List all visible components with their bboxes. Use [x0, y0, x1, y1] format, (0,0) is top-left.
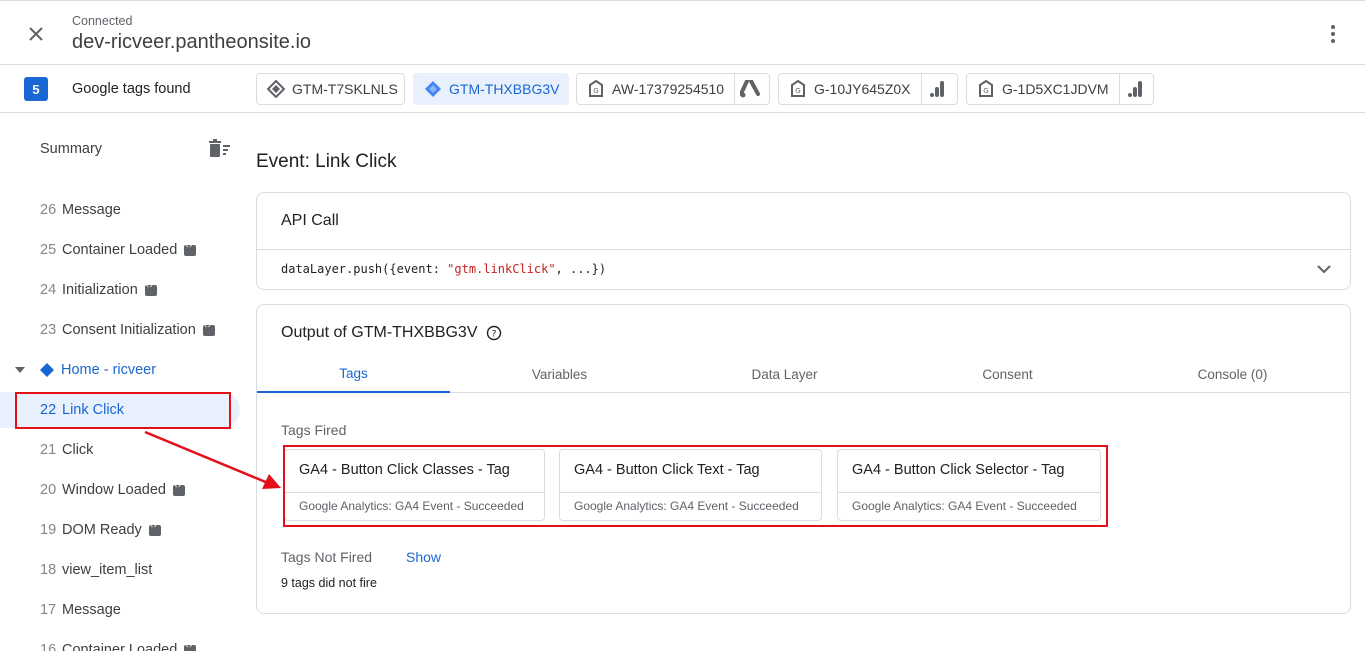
caret-down-icon — [14, 364, 26, 376]
expand-chevron-icon[interactable] — [1314, 259, 1334, 279]
code-prefix: dataLayer.push({event: — [281, 262, 448, 276]
event-label: DOM Ready — [62, 522, 142, 538]
tags-fired-label: Tags Fired — [281, 422, 347, 438]
event-label: Message — [62, 602, 121, 618]
event-label: Message — [62, 202, 121, 218]
event-number: 18 — [40, 562, 57, 578]
not-fired-count: 9 tags did not fire — [281, 576, 377, 590]
tags-not-fired-label: Tags Not Fired — [281, 549, 373, 565]
event-label: Consent Initialization — [62, 322, 196, 338]
svg-text:?: ? — [491, 330, 496, 340]
analytics-icon — [1120, 74, 1150, 104]
output-tabs: Tags Variables Data Layer Consent Consol… — [257, 355, 1350, 393]
page-title: Event: Link Click — [256, 151, 397, 172]
sidebar-event[interactable]: 21 Click — [0, 432, 240, 468]
tags-found-label: Google tags found — [72, 81, 191, 97]
event-label: Click — [62, 442, 94, 458]
google-tag-icon: G — [788, 79, 808, 99]
api-call-heading: API Call — [281, 212, 339, 229]
tag-chip-label: GTM-THXBBG3V — [449, 81, 560, 97]
event-label: Container Loaded — [62, 642, 178, 651]
tags-bar: 5 Google tags found GTM-T7SKLNLS GTM-THX… — [0, 65, 1365, 113]
svg-text:G: G — [795, 87, 800, 95]
analytics-icon — [922, 74, 952, 104]
sidebar-event[interactable]: 19 DOM Ready — [0, 512, 240, 548]
gtm-diamond-icon — [423, 79, 443, 99]
google-tag-icon: G — [976, 79, 996, 99]
sidebar-event[interactable]: 16 Container Loaded — [0, 632, 240, 651]
close-icon[interactable] — [22, 20, 50, 48]
gtm-diamond-icon — [40, 363, 54, 377]
google-ads-icon — [735, 74, 765, 104]
google-tag-icon: G — [586, 79, 606, 99]
tab-tags[interactable]: Tags — [257, 355, 450, 393]
tag-chip-label: G-10JY645Z0X — [814, 81, 911, 97]
clear-messages-icon[interactable] — [208, 139, 232, 161]
output-heading-text: Output of GTM-THXBBG3V — [281, 324, 478, 341]
tab-variables[interactable]: Variables — [467, 355, 652, 393]
tag-chip-aw-17379254510[interactable]: G AW-17379254510 — [576, 73, 770, 105]
more-vert-icon[interactable] — [1321, 21, 1345, 47]
code-icon — [184, 241, 197, 256]
svg-text:G: G — [593, 87, 598, 95]
tags-count-badge: 5 — [24, 77, 48, 101]
annotation-highlight-tags-fired — [283, 445, 1108, 527]
event-number: 23 — [40, 322, 57, 338]
sidebar-event[interactable]: 17 Message — [0, 592, 240, 628]
tag-chip-label: G-1D5XC1JDVM — [1002, 81, 1109, 97]
output-card: Output of GTM-THXBBG3V ? Tags Variables … — [256, 304, 1351, 614]
event-number: 16 — [40, 642, 57, 651]
sidebar-summary[interactable]: Summary — [40, 141, 102, 157]
code-suffix: , ...}) — [555, 262, 607, 276]
sidebar-event[interactable]: 26 Message — [0, 192, 240, 228]
tag-chip-g-1d5xc1jdvm[interactable]: G G-1D5XC1JDVM — [966, 73, 1154, 105]
sidebar-event[interactable]: 18 view_item_list — [0, 552, 240, 588]
tag-chip-gtm-thxbbg3v[interactable]: GTM-THXBBG3V — [413, 73, 569, 105]
tab-console[interactable]: Console (0) — [1140, 355, 1325, 393]
sidebar-event[interactable]: 23 Consent Initialization — [0, 312, 240, 348]
divider — [257, 249, 1350, 250]
code-string: "gtm.linkClick" — [447, 262, 556, 276]
output-heading: Output of GTM-THXBBG3V ? — [281, 324, 502, 342]
tab-consent[interactable]: Consent — [915, 355, 1100, 393]
code-icon — [202, 321, 215, 336]
event-number: 19 — [40, 522, 57, 538]
show-not-fired-link[interactable]: Show — [406, 549, 441, 565]
sidebar-event[interactable]: 25 Container Loaded — [0, 232, 240, 268]
event-number: 26 — [40, 202, 57, 218]
page-group-label: Home - ricveer — [61, 362, 157, 378]
annotation-highlight-link-click — [15, 392, 231, 429]
tab-data-layer[interactable]: Data Layer — [692, 355, 877, 393]
event-label: Container Loaded — [62, 242, 178, 258]
connected-host: dev-ricveer.pantheonsite.io — [72, 31, 312, 53]
event-number: 25 — [40, 242, 57, 258]
sidebar-event[interactable]: 20 Window Loaded — [0, 472, 240, 508]
tag-chip-gtm-t7sklnls[interactable]: GTM-T7SKLNLS — [256, 73, 405, 105]
event-label: Window Loaded — [62, 482, 166, 498]
code-icon — [148, 521, 161, 536]
gtm-diamond-icon — [266, 79, 286, 99]
event-number: 20 — [40, 482, 57, 498]
sidebar-event[interactable]: 24 Initialization — [0, 272, 240, 308]
code-icon — [144, 281, 157, 296]
code-icon — [184, 641, 197, 651]
tag-chip-label: AW-17379254510 — [612, 81, 725, 97]
connection-status: Connected — [72, 14, 133, 28]
event-number: 21 — [40, 442, 57, 458]
event-number: 24 — [40, 282, 57, 298]
api-call-card: API Call dataLayer.push({event: "gtm.lin… — [256, 192, 1351, 290]
help-icon[interactable]: ? — [486, 325, 502, 341]
svg-text:G: G — [983, 87, 988, 95]
event-label: Initialization — [62, 282, 138, 298]
event-label: view_item_list — [62, 562, 153, 578]
api-call-code: dataLayer.push({event: "gtm.linkClick", … — [281, 262, 606, 276]
tag-chip-g-10jy645z0x[interactable]: G G-10JY645Z0X — [778, 73, 958, 105]
tag-chip-label: GTM-T7SKLNLS — [292, 81, 398, 97]
event-number: 17 — [40, 602, 57, 618]
code-icon — [173, 481, 185, 496]
page-group-home[interactable]: Home - ricveer — [0, 353, 240, 387]
event-sidebar: Summary 26 Message 25 Container Loaded 2… — [0, 113, 240, 651]
top-bar: Connected dev-ricveer.pantheonsite.io — [0, 0, 1365, 65]
